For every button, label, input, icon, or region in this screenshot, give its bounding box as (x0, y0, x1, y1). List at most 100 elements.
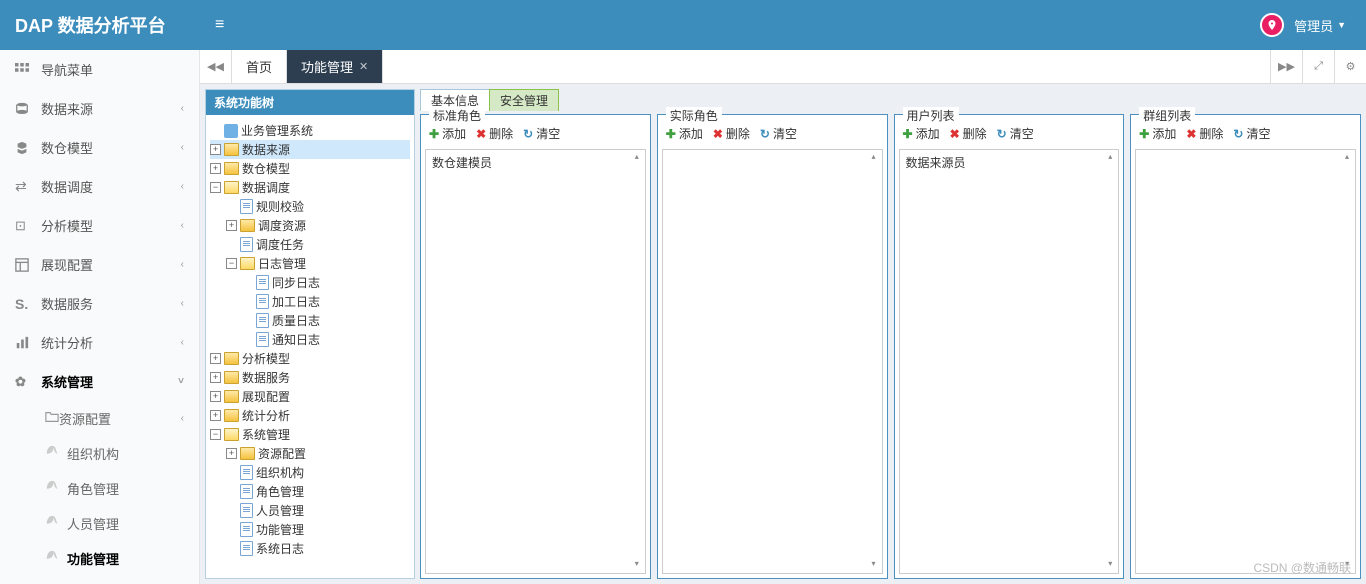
tree-node[interactable]: +数仓模型 (210, 159, 410, 178)
expand-icon[interactable]: + (210, 144, 221, 155)
clear-button[interactable]: ↻清空 (1233, 125, 1270, 142)
user-label: 管理员 (1294, 16, 1333, 35)
sidebar-subitem-4[interactable]: 功能管理 (35, 541, 199, 576)
scroll-down-icon[interactable]: ▾ (1104, 559, 1116, 571)
list-item[interactable]: 数据来源员 (906, 154, 1113, 171)
tree-label: 质量日志 (272, 312, 320, 329)
delete-button[interactable]: ✖删除 (713, 125, 750, 142)
tree-label: 调度资源 (258, 217, 306, 234)
scroll-up-icon[interactable]: ▴ (868, 152, 880, 164)
scroll-up-icon[interactable]: ▴ (1341, 152, 1353, 164)
page-icon (256, 275, 269, 290)
expand-icon[interactable]: + (226, 448, 237, 459)
tab-home[interactable]: 首页 (232, 50, 287, 83)
panel-list[interactable]: ▴▾ (1135, 149, 1356, 574)
tree-node[interactable]: −系统管理 (210, 425, 410, 444)
tree-node[interactable]: 功能管理 (210, 520, 410, 539)
sidebar-item-4[interactable]: ⊡分析模型‹ (0, 206, 199, 245)
close-icon[interactable]: ✕ (359, 60, 368, 73)
delete-button[interactable]: ✖删除 (950, 125, 987, 142)
expand-icon[interactable]: + (210, 353, 221, 364)
delete-button[interactable]: ✖删除 (476, 125, 513, 142)
tree-node[interactable]: 人员管理 (210, 501, 410, 520)
tree-label: 展现配置 (242, 388, 290, 405)
sidebar-sub-label: 人员管理 (67, 514, 119, 533)
tree-node[interactable]: −数据调度 (210, 178, 410, 197)
collapse-icon[interactable]: − (210, 182, 221, 193)
sidebar-subitem-1[interactable]: 组织机构 (35, 436, 199, 471)
tabs-prev-icon[interactable]: ◀◀ (200, 50, 232, 83)
sidebar-item-2[interactable]: 数仓模型‹ (0, 128, 199, 167)
tab-function-mgmt[interactable]: 功能管理 ✕ (287, 50, 383, 83)
sidebar-subitem-3[interactable]: 人员管理 (35, 506, 199, 541)
sidebar-item-3[interactable]: ⇄数据调度‹ (0, 167, 199, 206)
expand-icon[interactable]: + (210, 410, 221, 421)
tree-node[interactable]: 系统日志 (210, 539, 410, 558)
location-icon[interactable] (1260, 13, 1284, 37)
panel-list[interactable]: ▴▾ (662, 149, 883, 574)
tree-node[interactable]: +数据来源 (210, 140, 410, 159)
tree-node[interactable]: +统计分析 (210, 406, 410, 425)
add-button[interactable]: ✚添加 (1139, 125, 1176, 142)
add-button[interactable]: ✚添加 (666, 125, 703, 142)
collapse-icon[interactable]: − (226, 258, 237, 269)
tree-node[interactable]: 质量日志 (210, 311, 410, 330)
sidebar-item-1[interactable]: 数据来源‹ (0, 89, 199, 128)
panel-list[interactable]: 数据来源员▴ ▾ (899, 149, 1120, 574)
list-item[interactable]: 数仓建模员 (432, 154, 639, 171)
sidebar-item-5[interactable]: 展现配置‹ (0, 245, 199, 284)
clear-button[interactable]: ↻清空 (523, 125, 560, 142)
tabs-next-icon[interactable]: ▶▶ (1270, 50, 1302, 83)
tree-node[interactable]: 组织机构 (210, 463, 410, 482)
leaf-icon (45, 445, 67, 462)
add-icon: ✚ (1139, 127, 1149, 141)
panel-list[interactable]: 数仓建模员▴ ▾ (425, 149, 646, 574)
sidebar-item-7[interactable]: 统计分析‹ (0, 323, 199, 362)
tree-node[interactable]: 通知日志 (210, 330, 410, 349)
scroll-up-icon[interactable]: ▴ (1104, 152, 1116, 164)
tree-node[interactable]: 同步日志 (210, 273, 410, 292)
tree-label: 角色管理 (256, 483, 304, 500)
tree-node[interactable]: 调度任务 (210, 235, 410, 254)
sidebar-icon: ⇄ (15, 178, 31, 195)
tab-security-mgmt[interactable]: 安全管理 (489, 89, 559, 111)
fullscreen-icon[interactable]: ⤢ (1302, 50, 1334, 83)
expand-icon[interactable]: + (210, 372, 221, 383)
clear-button[interactable]: ↻清空 (997, 125, 1034, 142)
sidebar-item-6[interactable]: S.数据服务‹ (0, 284, 199, 323)
expand-icon[interactable]: + (226, 220, 237, 231)
delete-button[interactable]: ✖删除 (1186, 125, 1223, 142)
user-menu[interactable]: 管理员 ▼ (1294, 16, 1346, 35)
expand-icon[interactable]: + (210, 163, 221, 174)
scroll-down-icon[interactable]: ▾ (631, 559, 643, 571)
scroll-down-icon[interactable]: ▾ (868, 559, 880, 571)
sidebar-item-0[interactable]: 导航菜单 (0, 50, 199, 89)
menu-toggle-icon[interactable]: ≡ (215, 16, 224, 34)
tree-label: 分析模型 (242, 350, 290, 367)
panel-legend: 标准角色 (429, 107, 485, 124)
clear-button[interactable]: ↻清空 (760, 125, 797, 142)
sidebar-item-8[interactable]: ✿系统管理˅ (0, 362, 199, 401)
tree-node[interactable]: + 展现配置 (210, 387, 410, 406)
root-icon (224, 124, 238, 138)
sidebar-icon (15, 63, 31, 77)
sidebar-subitem-2[interactable]: 角色管理 (35, 471, 199, 506)
add-button[interactable]: ✚添加 (429, 125, 466, 142)
tree-node[interactable]: + 分析模型 (210, 349, 410, 368)
tree-node[interactable]: 规则校验 (210, 197, 410, 216)
collapse-icon[interactable]: − (210, 429, 221, 440)
expand-icon[interactable]: + (210, 391, 221, 402)
tree-node[interactable]: 业务管理系统 (210, 121, 410, 140)
tree-node[interactable]: +资源配置 (210, 444, 410, 463)
tree-node[interactable]: −日志管理 (210, 254, 410, 273)
tree-node[interactable]: 角色管理 (210, 482, 410, 501)
tree-node[interactable]: + 调度资源 (210, 216, 410, 235)
sidebar-subitem-5[interactable]: 系统日志 (35, 576, 199, 584)
tree-node[interactable]: +数据服务 (210, 368, 410, 387)
scroll-up-icon[interactable]: ▴ (631, 152, 643, 164)
gear-icon[interactable]: ⚙ (1334, 50, 1366, 83)
add-button[interactable]: ✚添加 (903, 125, 940, 142)
tree-label: 加工日志 (272, 293, 320, 310)
tree-node[interactable]: 加工日志 (210, 292, 410, 311)
sidebar-subitem-0[interactable]: 资源配置‹ (35, 401, 199, 436)
